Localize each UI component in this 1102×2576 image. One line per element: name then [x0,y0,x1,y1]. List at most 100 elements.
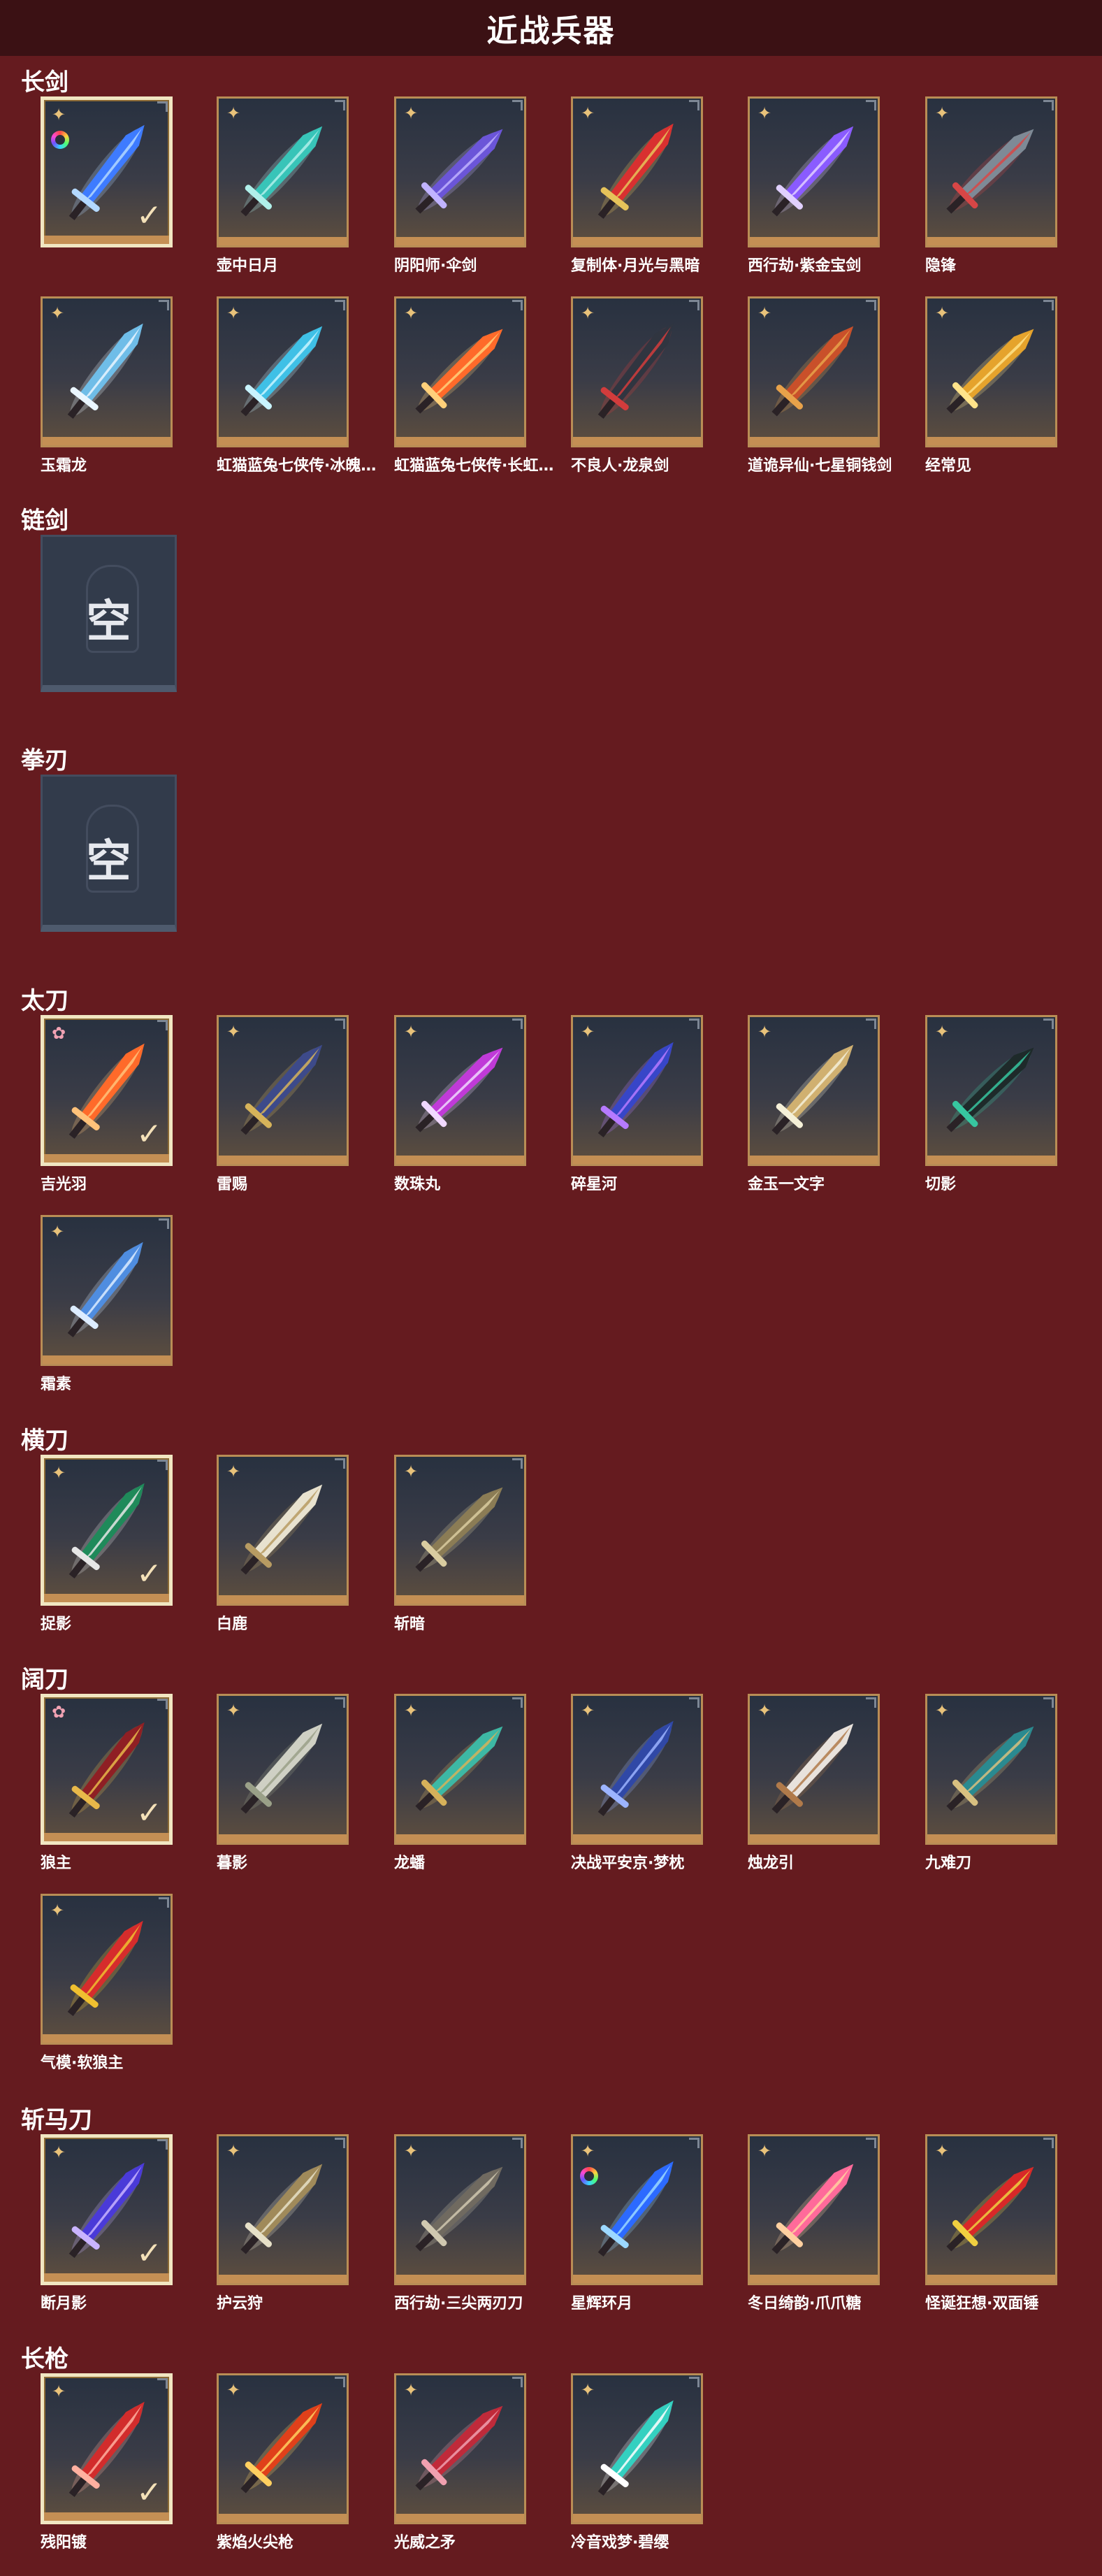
weapon-card[interactable]: ✦ ✓ 断月影 [41,2134,177,2313]
weapon-card[interactable]: ✦ 星辉环月 [571,2134,707,2313]
weapon-name: 切影 [925,1176,957,1193]
weapon-card-frame: ✦ [41,1215,173,1366]
corner-tab-icon [1043,1697,1054,1708]
weapon-card-frame: ✦ [217,96,349,247]
weapon-image [946,129,1034,214]
weapon-card[interactable]: ✦ 九难刀 [925,1694,1061,1873]
card-bottom-bar [44,2512,169,2521]
weapon-image [415,329,503,414]
empty-slot[interactable]: 空 [41,775,177,954]
weapon-image [946,2166,1034,2252]
weapon-card-frame: ✦ ✓ [41,2373,173,2524]
corner-tab-icon [689,1019,699,1029]
page-title: 近战兵器 [486,13,616,49]
weapon-card[interactable]: ✦ 玉霜龙 [41,296,177,475]
corner-tab-icon [689,1697,699,1708]
weapon-card-frame: ✦ [925,2134,1057,2285]
equipped-check-icon: ✓ [136,198,162,233]
weapon-name: 光威之矛 [394,2534,456,2552]
weapon-card[interactable]: ✦ 决战平安京·梦枕 [571,1694,707,1873]
weapon-card-frame: ✦ [571,1694,703,1845]
weapon-card[interactable]: ✦ 冷音戏梦·碧缨 [571,2373,707,2552]
weapon-card[interactable]: ✦ 切影 [925,1015,1061,1194]
weapon-card[interactable]: ✦ 烛龙引 [748,1694,884,1873]
weapon-name: 紫焰火尖枪 [217,2534,294,2552]
weapon-card[interactable]: ✦ 光威之矛 [394,2373,530,2552]
weapon-card[interactable]: ✦ 金玉一文字 [748,1015,884,1194]
rarity-star-icon: ✦ [226,1701,241,1720]
card-bottom-bar [573,1834,701,1843]
weapon-name: 金玉一文字 [748,1176,825,1193]
weapon-name: 霜素 [41,1376,72,1393]
weapon-card[interactable]: ✦ 复制体·月光与黑暗 [571,96,707,275]
empty-slot[interactable]: 空 [41,535,177,714]
corner-tab-icon [866,2138,876,2148]
weapon-card[interactable]: ✦ 白鹿 [217,1455,353,1634]
card-bottom-bar [44,236,169,244]
weapon-card[interactable]: ✦ 道诡异仙·七星铜钱剑 [748,296,892,475]
weapon-card[interactable]: ✦ 虹猫蓝兔七侠传·长虹… [394,296,553,475]
equipped-check-icon: ✓ [136,1795,162,1831]
corner-tab-icon [157,1460,168,1470]
weapon-card[interactable]: ✦ 雷赐 [217,1015,353,1194]
card-bottom-bar [43,2034,171,2043]
rarity-star-icon: ✦ [403,1022,419,1042]
weapon-card[interactable]: ✿ ✓ 狼主 [41,1694,177,1873]
weapon-image [771,1723,854,1814]
card-bottom-bar [219,1156,347,1164]
weapon-card[interactable]: ✦ 阴阳师·伞剑 [394,96,530,275]
section-title: 斩马刀 [21,2106,92,2134]
rarity-star-icon: ✦ [51,1463,66,1483]
weapon-name: 虹猫蓝兔七侠传·长虹… [394,457,554,475]
weapon-card[interactable]: ✦ 气模·软狼主 [41,1894,177,2073]
weapon-card[interactable]: ✦ ✓ 捉影 [41,1455,177,1634]
weapon-card-frame: ✦ [571,296,703,447]
weapon-name: 气模·软狼主 [41,2055,124,2072]
card-bottom-bar [750,1834,878,1843]
weapon-image [415,1726,503,1811]
section-title: 横刀 [21,1427,68,1455]
weapon-name: 白鹿 [217,1616,248,1633]
corner-tab-icon [159,1218,169,1229]
weapon-card-frame: ✦ [394,1455,526,1606]
weapon-card-frame: ✦ [925,96,1057,247]
corner-tab-icon [335,1697,345,1708]
card-bottom-bar [44,1594,169,1602]
corner-tab-icon [335,300,345,310]
weapon-card[interactable]: ✦ 经常见 [925,296,1061,475]
weapon-card[interactable]: ✦ 紫焰火尖枪 [217,2373,353,2552]
weapon-card[interactable]: ✦ 护云狩 [217,2134,353,2313]
weapon-name: 吉光羽 [41,1176,87,1193]
weapon-card[interactable]: ✦ 壶中日月 [217,96,353,275]
weapon-image [240,2403,323,2494]
weapon-card[interactable]: ✦ 斩暗 [394,1455,530,1634]
weapon-card[interactable]: ✦ 冬日绮韵·爪爪糖 [748,2134,884,2313]
weapon-image [67,1920,143,2017]
weapon-card[interactable]: ✦ ✓ 残阳镀 [41,2373,177,2552]
weapon-card[interactable]: ✿ ✓ 吉光羽 [41,1015,177,1194]
corner-tab-icon [335,1458,345,1469]
corner-tab-icon [512,1458,523,1469]
corner-tab-icon [335,2138,345,2148]
weapon-card[interactable]: ✦ 怪诞狂想·双面锤 [925,2134,1061,2313]
weapon-image [597,1720,674,1817]
corner-tab-icon [157,2139,168,2150]
weapon-card[interactable]: ✦ ✓ [41,96,177,275]
weapon-card-frame: ✦ [394,96,526,247]
weapon-card[interactable]: ✦ 霜素 [41,1215,177,1394]
rarity-star-icon: ✦ [757,1022,772,1042]
weapon-card[interactable]: ✦ 虹猫蓝兔七侠传·冰魄… [217,296,376,475]
weapon-card[interactable]: ✦ 暮影 [217,1694,353,1873]
corner-tab-icon [866,1697,876,1708]
weapon-card[interactable]: ✦ 隐锋 [925,96,1061,275]
corner-tab-icon [866,300,876,310]
weapon-card-frame: ✦ [925,296,1057,447]
weapon-card[interactable]: ✦ 数珠丸 [394,1015,530,1194]
weapon-image [946,329,1034,414]
weapon-card[interactable]: ✦ 碎星河 [571,1015,707,1194]
weapon-card[interactable]: ✦ 西行劫·紫金宝剑 [748,96,884,275]
weapon-card[interactable]: ✦ 不良人·龙泉剑 [571,296,707,475]
weapon-card[interactable]: ✦ 西行劫·三尖两刃刀 [394,2134,530,2313]
weapon-card-frame: ✦ [394,1694,526,1845]
weapon-card[interactable]: ✦ 龙蟠 [394,1694,530,1873]
